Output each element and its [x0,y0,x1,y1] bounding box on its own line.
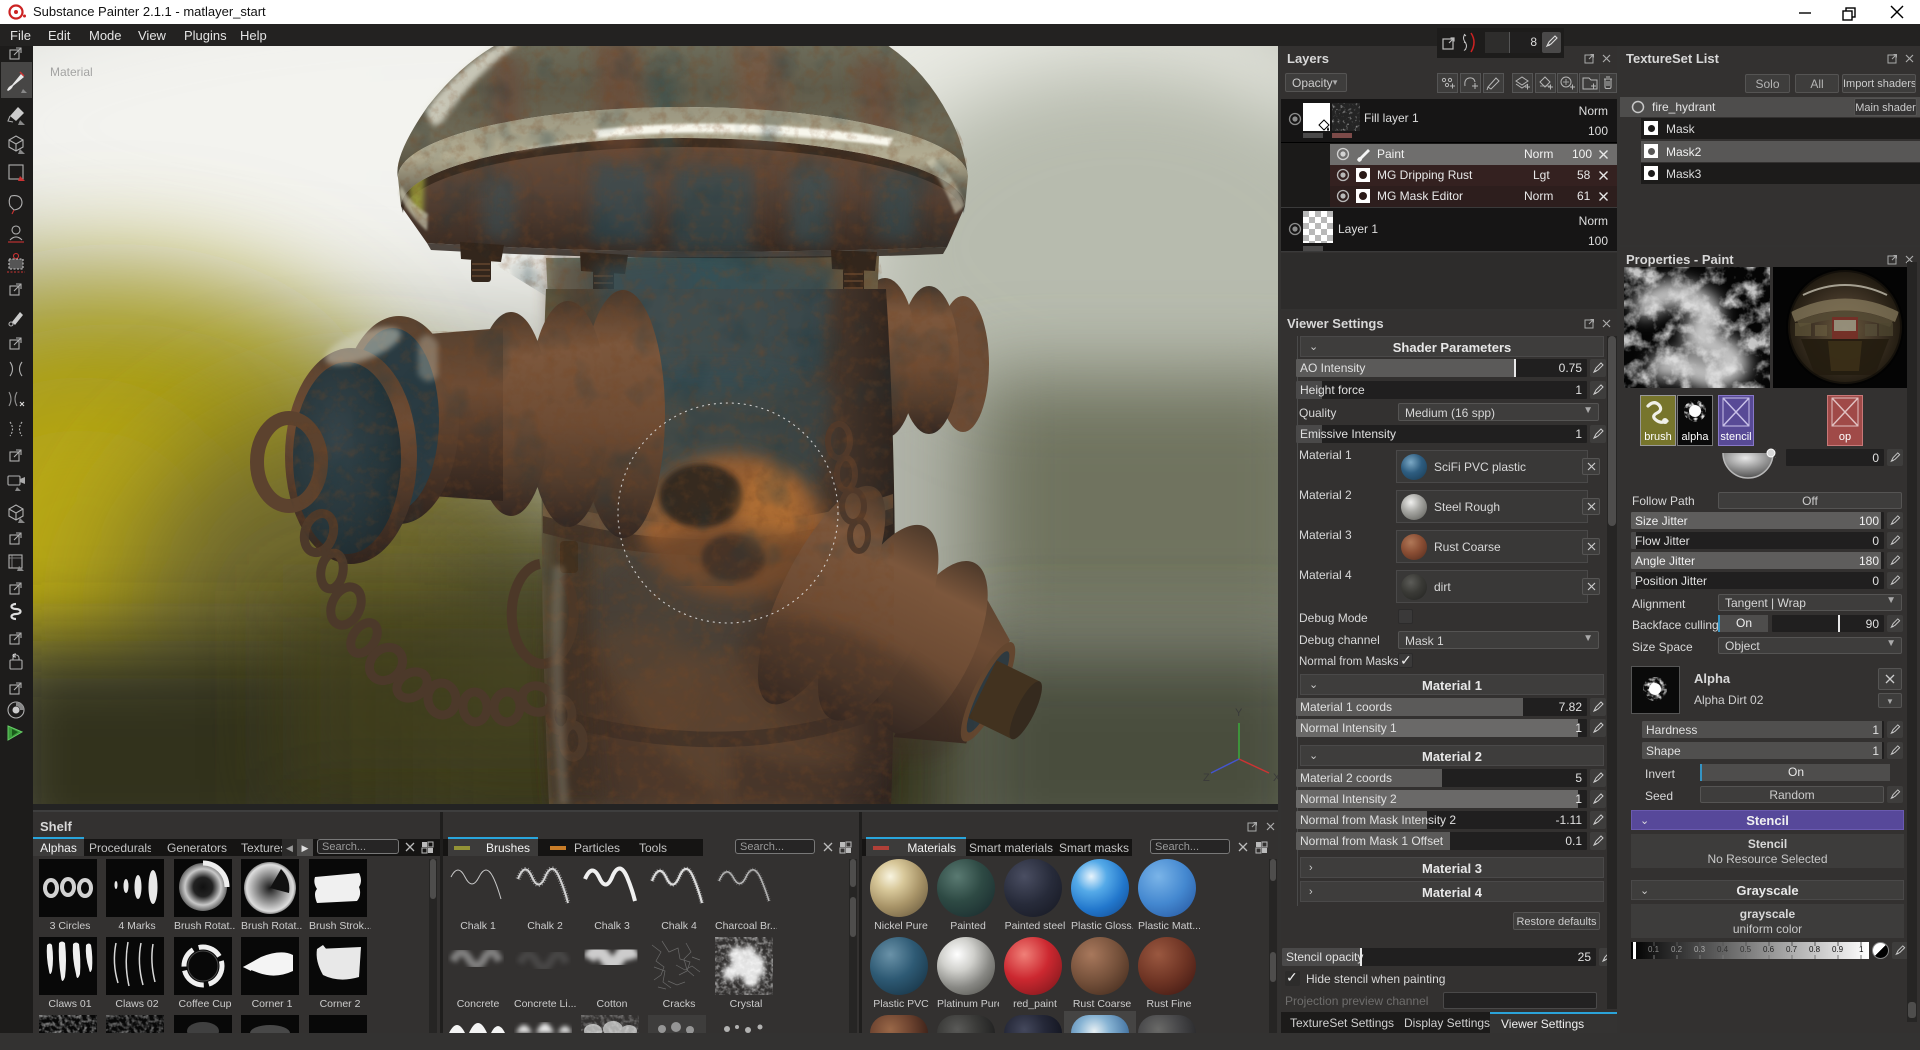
svg-text:Z: Z [1203,772,1210,784]
svg-text:0.2: 0.2 [1671,945,1683,954]
svg-text:0.9: 0.9 [1832,945,1844,954]
svg-text:0.7: 0.7 [1786,945,1798,954]
svg-text:0.3: 0.3 [1694,945,1706,954]
svg-text:Material: Material [50,65,93,79]
svg-text:0.5: 0.5 [1740,945,1752,954]
svg-text:1: 1 [1859,945,1864,954]
svg-text:0.8: 0.8 [1809,945,1821,954]
svg-text:0.6: 0.6 [1763,945,1775,954]
svg-text:0.1: 0.1 [1648,945,1660,954]
svg-text:0.4: 0.4 [1717,945,1729,954]
svg-text:Y: Y [1235,707,1243,719]
svg-text:X: X [1273,772,1278,784]
